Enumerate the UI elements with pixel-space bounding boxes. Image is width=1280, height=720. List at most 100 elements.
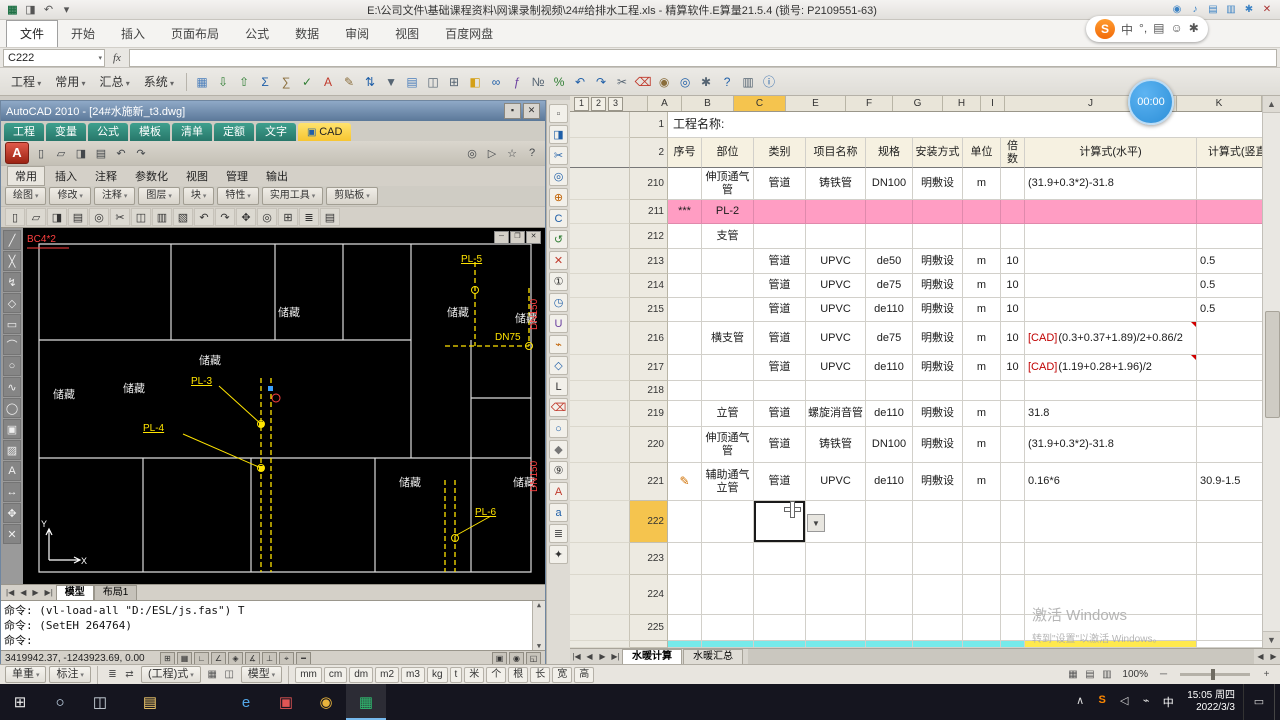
sheet-nav-prev-icon[interactable]: ◀ — [583, 652, 596, 661]
row-header-225[interactable]: 225 — [630, 615, 668, 641]
outline-level-1[interactable]: 1 — [574, 96, 589, 111]
pan-icon[interactable]: ✥ — [236, 208, 256, 226]
unit-button-mm[interactable]: mm — [295, 666, 322, 683]
ribbon-tab-6[interactable]: 数据 — [282, 21, 332, 47]
row-header-partial[interactable] — [630, 641, 668, 648]
redo-icon[interactable]: ↷ — [215, 208, 235, 226]
page-break-view-icon[interactable]: ▥ — [1098, 667, 1115, 682]
acad-panel-7[interactable]: 实用工具 — [261, 187, 324, 205]
sogou-settings-icon[interactable]: ✱ — [1242, 4, 1256, 15]
move-icon[interactable]: ✥ — [3, 503, 21, 523]
keyboard-icon[interactable]: ▤ — [1153, 21, 1164, 38]
float-panel-icon[interactable]: ▫ — [549, 104, 568, 123]
lock-icon[interactable]: ◉ — [654, 72, 674, 92]
sheet-tab-水暖计算[interactable]: 水暖计算 — [622, 648, 682, 665]
copy-icon[interactable]: ◫ — [131, 208, 151, 226]
search-icon[interactable]: ◎ — [463, 144, 481, 162]
app-icon[interactable]: ▦ — [5, 3, 20, 16]
panel-tab-定额[interactable]: 定额 — [214, 123, 254, 141]
doc-restore-icon[interactable]: ❐ — [510, 231, 525, 244]
hatch-icon[interactable]: ▨ — [3, 440, 21, 460]
clock-icon[interactable]: ◷ — [549, 293, 568, 312]
layers-icon[interactable]: ≣ — [299, 208, 319, 226]
column-header-K[interactable]: K — [1177, 96, 1262, 111]
bottom-dropdown-1[interactable]: 单重 — [5, 666, 47, 683]
magnet-icon[interactable]: ⌁ — [549, 335, 568, 354]
cut-icon[interactable]: ✂ — [549, 146, 568, 165]
sogou-clipboard-icon[interactable]: ▥ — [1224, 4, 1238, 15]
formula-mode-dropdown[interactable]: (工程)式 — [140, 666, 201, 683]
zoom-level[interactable]: 100% — [1118, 669, 1152, 680]
outline-level-2[interactable]: 2 — [591, 96, 606, 111]
column-header-E[interactable]: E — [786, 96, 846, 111]
function-icon[interactable]: ƒ — [507, 72, 527, 92]
save-icon[interactable]: ◨ — [72, 144, 90, 162]
import-icon[interactable]: ⇩ — [213, 72, 233, 92]
undo-icon[interactable]: ↶ — [41, 3, 56, 16]
sogou-mic-icon[interactable]: ♪ — [1188, 4, 1202, 15]
sort-icon[interactable]: ⇅ — [360, 72, 380, 92]
esl-menu-1[interactable]: 工程 — [4, 70, 48, 93]
task-view-button[interactable]: ◫ — [80, 684, 120, 720]
page-layout-view-icon[interactable]: ▤ — [1081, 667, 1098, 682]
acad-ribbon-tab-1[interactable]: 常用 — [7, 166, 45, 186]
cell-dropdown-button[interactable]: ▼ — [807, 514, 825, 532]
workbook-icon[interactable]: ▦ — [192, 72, 212, 92]
one-icon[interactable]: ① — [549, 272, 568, 291]
insert-block-icon[interactable]: ▣ — [3, 419, 21, 439]
zoom-in-icon[interactable]: + — [1258, 667, 1275, 682]
sogou-voice-icon[interactable]: ◉ — [1170, 4, 1184, 15]
unit-button-dm[interactable]: dm — [349, 666, 374, 683]
diamond-icon[interactable]: ◆ — [549, 440, 568, 459]
favorites-icon[interactable]: ☆ — [503, 144, 521, 162]
help-icon[interactable]: ? — [523, 144, 541, 162]
ribbon-tab-9[interactable]: 百度网盘 — [432, 21, 506, 47]
row-header-221[interactable]: 221 — [630, 463, 668, 501]
undo-icon[interactable]: ↶ — [112, 144, 130, 162]
excel-app-icon[interactable]: ▦ — [346, 684, 386, 720]
column-header-G[interactable]: G — [893, 96, 943, 111]
unit-button-米[interactable]: 米 — [464, 666, 485, 683]
panel-tab-变量[interactable]: 变量 — [46, 123, 86, 141]
unit-button-m2[interactable]: m2 — [375, 666, 400, 683]
fill-icon[interactable]: ◧ — [465, 72, 485, 92]
zoom-window-icon[interactable]: ⊞ — [278, 208, 298, 226]
spline-icon[interactable]: ∿ — [3, 377, 21, 397]
filter-icon[interactable]: ▼ — [381, 72, 401, 92]
search-button[interactable]: ○ — [40, 684, 80, 720]
unit-button-kg[interactable]: kg — [426, 666, 448, 683]
export-icon[interactable]: ⇧ — [234, 72, 254, 92]
tab-nav-next-icon[interactable]: ▶ — [29, 588, 41, 597]
cut-icon[interactable]: ✂ — [110, 208, 130, 226]
calc-icon[interactable]: ∑ — [276, 72, 296, 92]
row-header-224[interactable]: 224 — [630, 575, 668, 615]
ribbon-tab-5[interactable]: 公式 — [232, 21, 282, 47]
polygon-icon[interactable]: ◇ — [3, 293, 21, 313]
cad-app-icon[interactable]: ▣ — [266, 684, 306, 720]
u-icon[interactable]: U — [549, 314, 568, 333]
tray-chevron-icon[interactable]: ∧ — [1069, 694, 1091, 710]
ribbon-tab-3[interactable]: 插入 — [108, 21, 158, 47]
acad-panel-2[interactable]: 修改 — [49, 187, 91, 205]
row-header-214[interactable]: 214 — [630, 274, 668, 298]
line-icon[interactable]: ╱ — [3, 230, 21, 250]
preview-icon[interactable]: ◎ — [89, 208, 109, 226]
poly-icon[interactable]: ◇ — [549, 356, 568, 375]
zoom-icon[interactable]: ◎ — [549, 167, 568, 186]
autocad-titlebar[interactable]: AutoCAD 2010 - [24#水施新_t3.dwg] ▪ ✕ — [1, 101, 545, 121]
plot-icon[interactable]: ▤ — [92, 144, 110, 162]
acad-ribbon-tab-6[interactable]: 管理 — [218, 166, 256, 186]
column-header-B[interactable]: B — [682, 96, 734, 111]
edit-icon[interactable]: ✎ — [339, 72, 359, 92]
text-icon[interactable]: A — [3, 461, 21, 481]
open-icon[interactable]: ▱ — [52, 144, 70, 162]
panel-icon[interactable]: ◫ — [221, 667, 238, 682]
bottom-dropdown-2[interactable]: 标注 — [49, 666, 91, 683]
panel-tab-模板[interactable]: 模板 — [130, 123, 170, 141]
doc-tab-布局1[interactable]: 布局1 — [93, 585, 138, 600]
add-icon[interactable]: ⊕ — [549, 188, 568, 207]
ribbon-tab-4[interactable]: 页面布局 — [158, 21, 232, 47]
sheet-nav-first-icon[interactable]: |◀ — [570, 652, 583, 661]
unit-button-根[interactable]: 根 — [508, 666, 529, 683]
zoom-realtime-icon[interactable]: ◎ — [257, 208, 277, 226]
